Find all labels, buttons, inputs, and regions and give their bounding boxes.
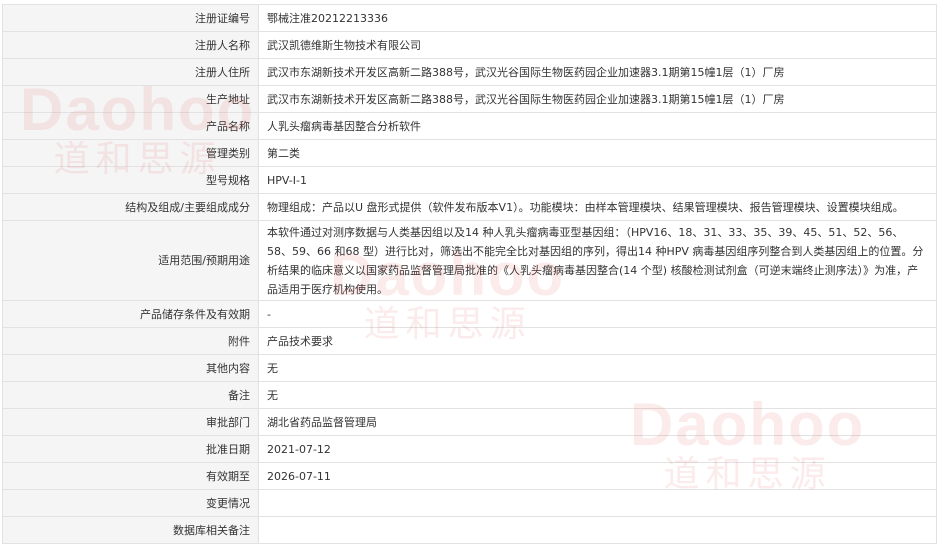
field-value <box>258 516 937 544</box>
field-value: 物理组成：产品以U 盘形式提供（软件发布版本V1）。功能模块：由样本管理模块、结… <box>258 193 937 221</box>
field-label: 产品储存条件及有效期 <box>2 300 259 328</box>
field-value: 武汉凯德维斯生物技术有限公司 <box>258 31 937 59</box>
table-row: 结构及组成/主要组成成分 物理组成：产品以U 盘形式提供（软件发布版本V1）。功… <box>2 193 937 221</box>
field-label: 附件 <box>2 327 259 355</box>
table-row: 批准日期 2021-07-12 <box>2 435 937 463</box>
field-label: 管理类别 <box>2 139 259 167</box>
table-row: 变更情况 <box>2 489 937 517</box>
field-label: 注册证编号 <box>2 4 259 32</box>
field-label: 其他内容 <box>2 354 259 382</box>
field-value: 2021-07-12 <box>258 435 937 463</box>
field-label: 产品名称 <box>2 112 259 140</box>
field-value: 鄂械注准20212213336 <box>258 4 937 32</box>
field-label: 有效期至 <box>2 462 259 490</box>
field-label: 适用范围/预期用途 <box>2 220 259 301</box>
table-row: 附件 产品技术要求 <box>2 327 937 355</box>
table-row: 注册证编号 鄂械注准20212213336 <box>2 4 937 32</box>
field-label: 结构及组成/主要组成成分 <box>2 193 259 221</box>
table-row: 适用范围/预期用途 本软件通过对测序数据与人类基因组以及14 种人乳头瘤病毒亚型… <box>2 220 937 301</box>
field-value: 无 <box>258 354 937 382</box>
field-value: 湖北省药品监督管理局 <box>258 408 937 436</box>
field-label: 注册人名称 <box>2 31 259 59</box>
field-label: 备注 <box>2 381 259 409</box>
field-label: 变更情况 <box>2 489 259 517</box>
field-value: 本软件通过对测序数据与人类基因组以及14 种人乳头瘤病毒亚型基因组：（HPV16… <box>258 220 937 301</box>
field-value: 武汉市东湖新技术开发区高新二路388号，武汉光谷国际生物医药园企业加速器3.1期… <box>258 85 937 113</box>
field-value: - <box>258 300 937 328</box>
table-row: 产品储存条件及有效期 - <box>2 300 937 328</box>
field-label: 批准日期 <box>2 435 259 463</box>
field-value: 人乳头瘤病毒基因整合分析软件 <box>258 112 937 140</box>
field-label: 注册人住所 <box>2 58 259 86</box>
registration-detail-table: 注册证编号 鄂械注准20212213336 注册人名称 武汉凯德维斯生物技术有限… <box>2 4 937 544</box>
field-value: 第二类 <box>258 139 937 167</box>
table-row: 注册人名称 武汉凯德维斯生物技术有限公司 <box>2 31 937 59</box>
table-row: 审批部门 湖北省药品监督管理局 <box>2 408 937 436</box>
field-value: 无 <box>258 381 937 409</box>
table-row: 有效期至 2026-07-11 <box>2 462 937 490</box>
table-row: 其他内容 无 <box>2 354 937 382</box>
field-label: 型号规格 <box>2 166 259 194</box>
field-label: 审批部门 <box>2 408 259 436</box>
table-row: 注册人住所 武汉市东湖新技术开发区高新二路388号，武汉光谷国际生物医药园企业加… <box>2 58 937 86</box>
table-row: 数据库相关备注 <box>2 516 937 544</box>
field-value: 产品技术要求 <box>258 327 937 355</box>
table-row: 生产地址 武汉市东湖新技术开发区高新二路388号，武汉光谷国际生物医药园企业加速… <box>2 85 937 113</box>
field-label: 生产地址 <box>2 85 259 113</box>
field-value: HPV-I-1 <box>258 166 937 194</box>
table-row: 型号规格 HPV-I-1 <box>2 166 937 194</box>
field-value <box>258 489 937 517</box>
table-row: 备注 无 <box>2 381 937 409</box>
field-value: 2026-07-11 <box>258 462 937 490</box>
field-value: 武汉市东湖新技术开发区高新二路388号，武汉光谷国际生物医药园企业加速器3.1期… <box>258 58 937 86</box>
table-row: 管理类别 第二类 <box>2 139 937 167</box>
field-label: 数据库相关备注 <box>2 516 259 544</box>
table-row: 产品名称 人乳头瘤病毒基因整合分析软件 <box>2 112 937 140</box>
